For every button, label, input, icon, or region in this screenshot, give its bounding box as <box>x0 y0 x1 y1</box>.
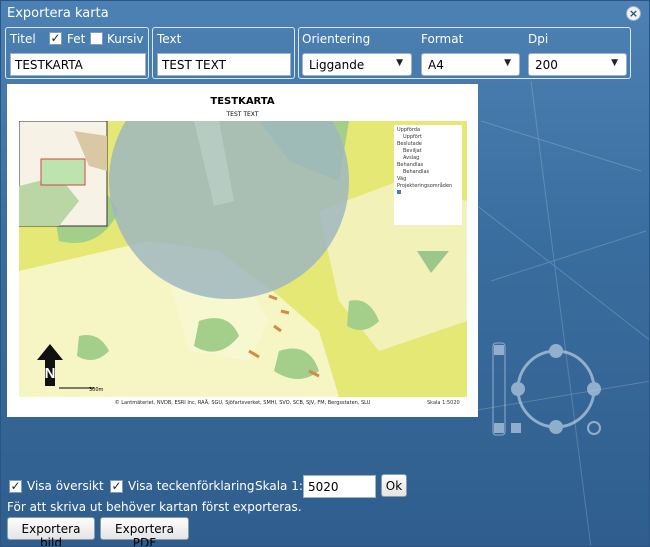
dpi-select[interactable]: 200 ▼ <box>528 53 627 76</box>
legend-item: Behandlas <box>397 162 424 168</box>
dpi-value: 200 <box>535 58 558 72</box>
legend-item: Projekteringsområden <box>397 183 453 189</box>
orientation-value: Liggande <box>309 58 365 72</box>
orientation-select[interactable]: Liggande ▼ <box>302 53 412 76</box>
scale-label: Skala 1: <box>255 479 303 493</box>
export-image-button[interactable]: Exportera bild <box>7 517 95 546</box>
close-icon[interactable]: × <box>626 6 641 21</box>
overview-label: Visa översikt <box>27 479 104 493</box>
map-navigation-control[interactable] <box>489 339 601 439</box>
format-value: A4 <box>428 58 444 72</box>
overview-checkbox[interactable]: ✓ <box>9 480 22 493</box>
text-label: Text <box>157 32 182 46</box>
export-map-dialog: Exportera karta × Titel ✓ Fet Kursiv TES… <box>0 0 650 547</box>
ok-button[interactable]: Ok <box>381 474 407 497</box>
map-scale-text: Skala 1:5020 <box>427 400 460 406</box>
map-subtitle: TEST TEXT <box>226 111 259 118</box>
info-text: För att skriva ut behöver kartan först e… <box>7 500 302 514</box>
format-select[interactable]: A4 ▼ <box>421 53 520 76</box>
legend-item: Avslag <box>403 155 420 161</box>
dpi-label: Dpi <box>528 32 549 46</box>
italic-checkbox[interactable] <box>90 32 103 45</box>
bold-label: Fet <box>67 32 86 46</box>
export-pdf-button[interactable]: Exportera PDF <box>100 517 189 546</box>
map-copyright: © Lantmäteriet, NVDB, ESRI Inc, RAÄ, SGU… <box>114 400 371 406</box>
legend-item: Beviljat <box>403 148 422 154</box>
dialog-title: Exportera karta <box>7 6 109 21</box>
bold-checkbox[interactable]: ✓ <box>49 32 62 45</box>
scale-input[interactable]: 5020 <box>303 475 376 498</box>
legend-item: Uppfört <box>403 134 422 140</box>
legend-item: Uppförda <box>397 127 421 133</box>
legend-item: Väg <box>397 176 407 182</box>
italic-label: Kursiv <box>107 32 144 46</box>
chevron-down-icon: ▼ <box>504 58 511 68</box>
north-arrow-icon: N <box>35 344 65 389</box>
text-panel: Text TEST TEXT <box>152 27 295 79</box>
title-input[interactable]: TESTKARTA <box>10 53 146 76</box>
title-panel: Titel ✓ Fet Kursiv TESTKARTA <box>5 27 149 79</box>
legend-swatch <box>397 190 401 194</box>
text-input[interactable]: TEST TEXT <box>157 53 291 76</box>
legend-item: Beslutade <box>397 141 422 147</box>
format-label: Format <box>421 32 464 46</box>
scale-bar-label: 300m <box>89 387 104 393</box>
map-preview: TESTKARTA TEST TEXT Uppförda Uppfört Bes… <box>7 84 478 417</box>
map-legend: Uppförda Uppfört Beslutade Beviljat Avsl… <box>394 125 462 225</box>
legend-item: Behandlas <box>403 169 430 175</box>
legend-checkbox[interactable]: ✓ <box>110 480 123 493</box>
chevron-down-icon: ▼ <box>611 58 618 68</box>
map-title: TESTKARTA <box>210 96 275 107</box>
orientation-label: Orientering <box>302 32 371 46</box>
legend-toggle-label: Visa teckenförklaring <box>128 479 255 493</box>
chevron-down-icon: ▼ <box>396 58 403 68</box>
settings-panel: Orientering Format Dpi Liggande ▼ A4 ▼ 2… <box>298 27 631 79</box>
north-label: N <box>45 365 56 382</box>
title-label: Titel <box>10 32 36 46</box>
